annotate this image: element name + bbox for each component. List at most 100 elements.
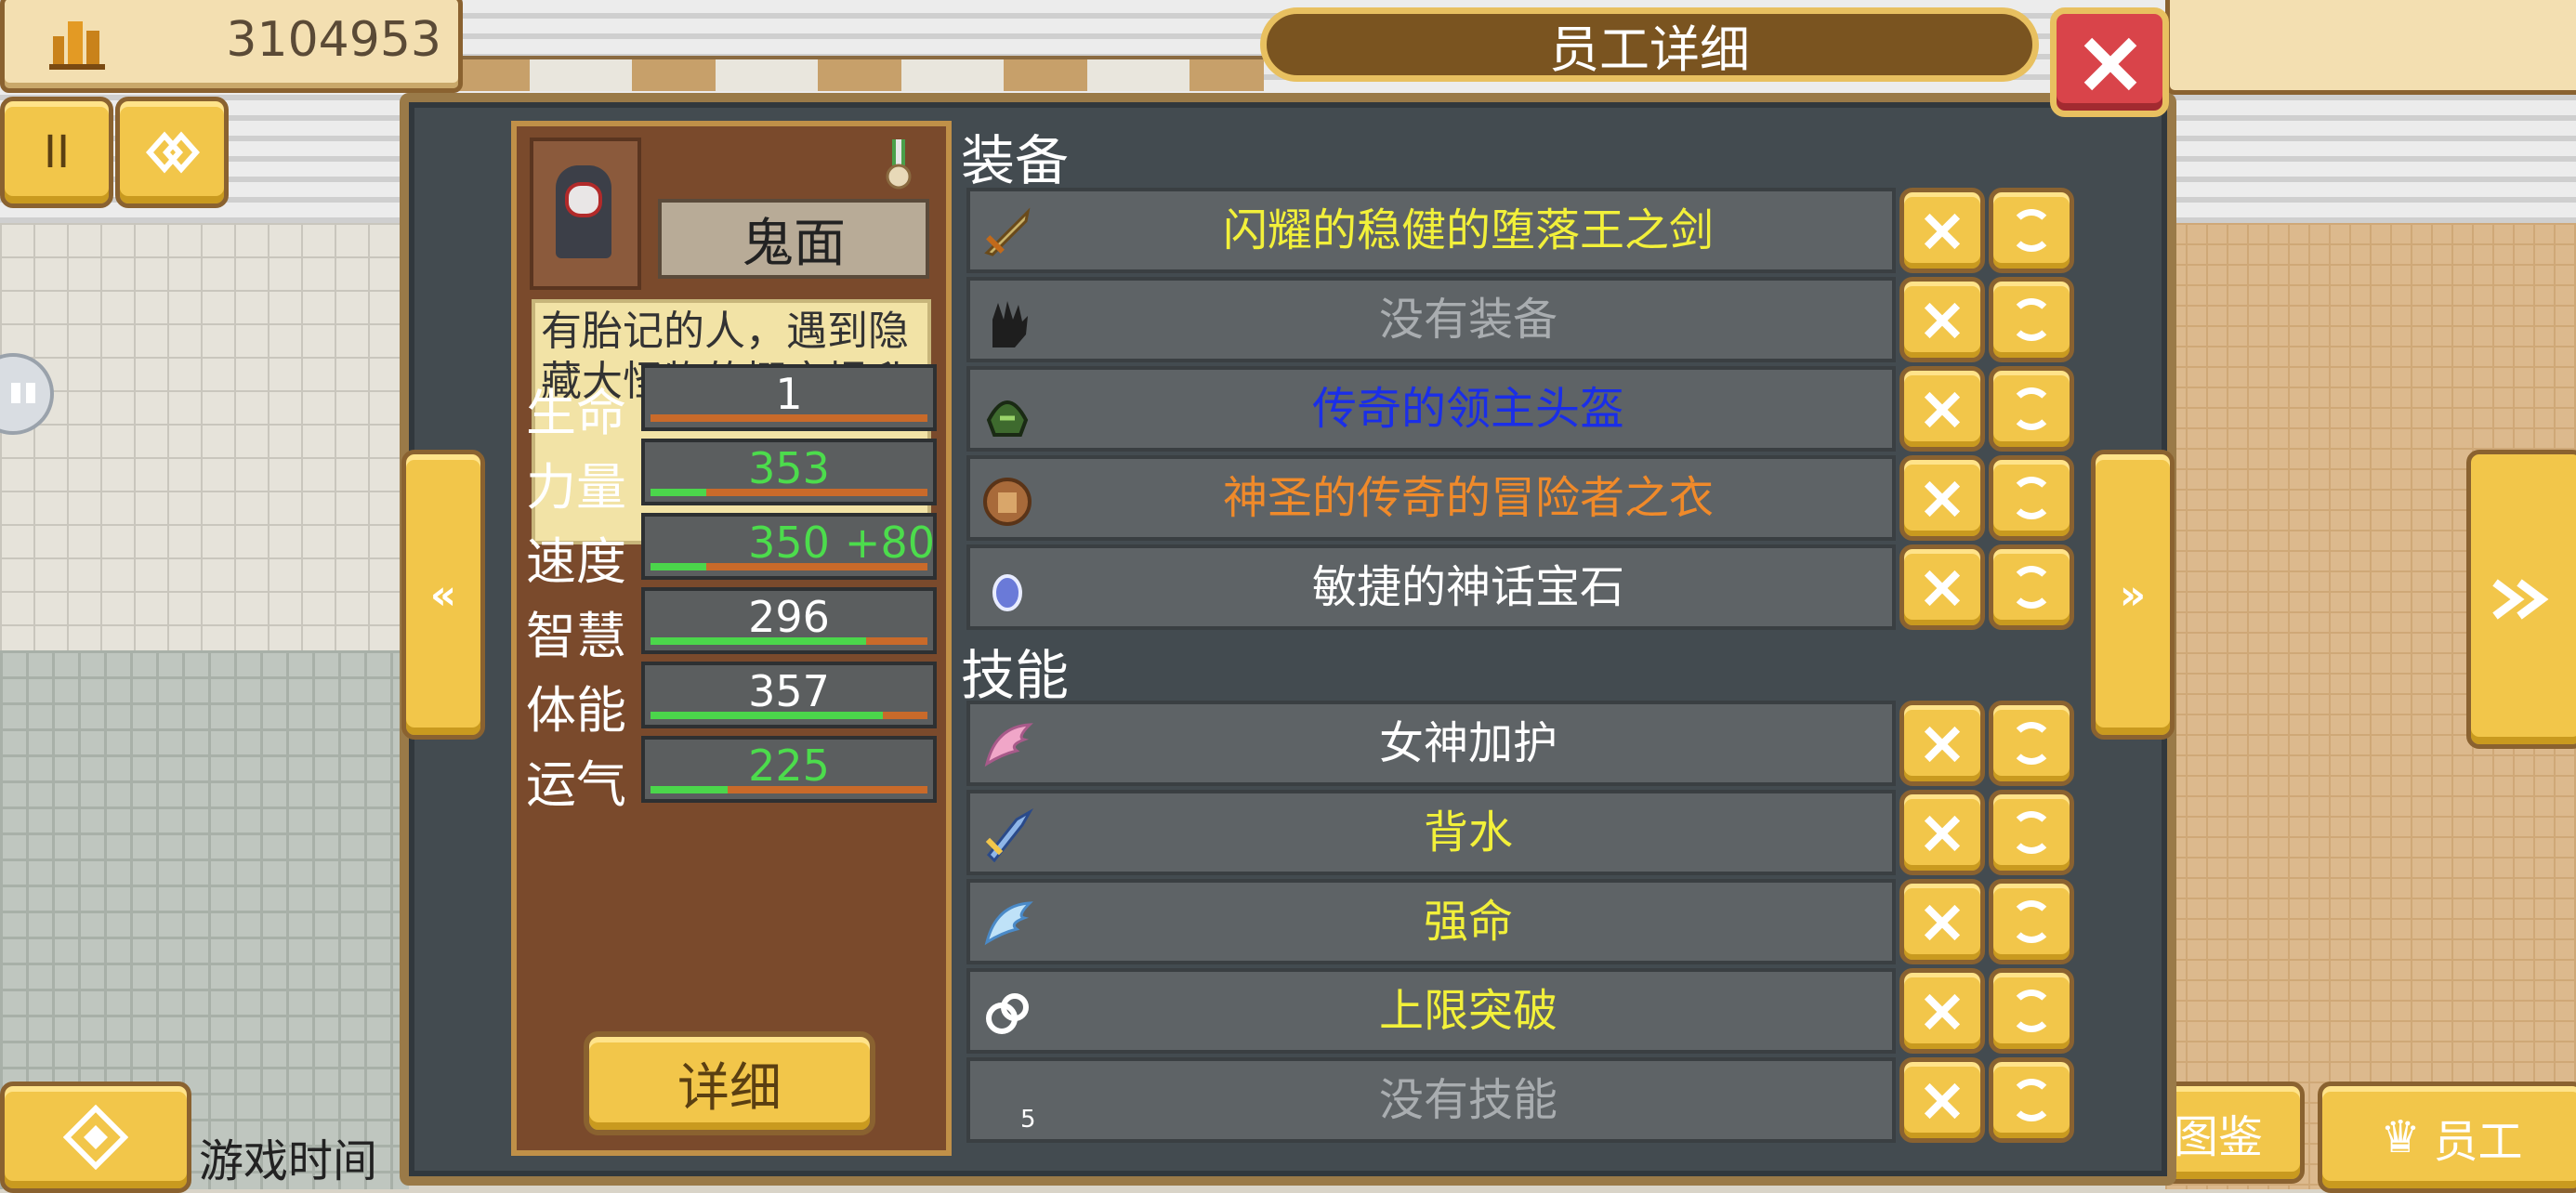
stat-row: 生命 1 bbox=[526, 364, 944, 442]
swap-skill-button[interactable] bbox=[1989, 1057, 2074, 1143]
skill-row[interactable]: 上限突破 bbox=[966, 968, 2074, 1054]
remove-equipment-button[interactable] bbox=[1899, 366, 1985, 452]
stat-row: 运气 225 bbox=[526, 736, 944, 814]
stat-fill bbox=[651, 489, 706, 496]
stat-row: 速度 350 +80 bbox=[526, 513, 944, 591]
skill-name: 上限突破 bbox=[1378, 985, 1557, 1037]
character-panel: 鬼面 有胎记的人，遇到隐藏大怪物的概率提升 生命1力量353速度350+80智慧… bbox=[511, 121, 952, 1156]
swap-equipment-button[interactable] bbox=[1989, 277, 2074, 362]
prev-employee-button[interactable]: « bbox=[401, 450, 485, 740]
equipment-name: 闪耀的稳健的堕落王之剑 bbox=[1222, 204, 1714, 256]
equipment-name: 没有装备 bbox=[1378, 294, 1557, 346]
codex-label: 图鉴 bbox=[2174, 1111, 2264, 1163]
equipment-slot[interactable]: 敏捷的神话宝石 bbox=[966, 544, 1896, 630]
helmet-icon bbox=[986, 400, 1029, 437]
map-button[interactable] bbox=[0, 1082, 191, 1193]
equipment-slot[interactable]: 传奇的领主头盔 bbox=[966, 366, 1896, 452]
equipment-row[interactable]: 神圣的传奇的冒险者之衣 bbox=[966, 455, 2074, 541]
stat-fill bbox=[651, 786, 729, 793]
stat-label: 运气 bbox=[526, 755, 626, 814]
skill-slot[interactable]: 没有技能 5 bbox=[966, 1057, 1896, 1143]
remove-skill-button[interactable] bbox=[1899, 790, 1985, 875]
skill-slot[interactable]: 强命 bbox=[966, 879, 1896, 964]
building-icon bbox=[49, 21, 105, 70]
remove-equipment-button[interactable] bbox=[1899, 277, 1985, 362]
stat-track bbox=[651, 637, 927, 645]
game-time-label: 游戏时间 bbox=[199, 1135, 378, 1187]
detail-button[interactable]: 详细 bbox=[584, 1031, 875, 1135]
gem-icon bbox=[992, 574, 1022, 611]
equipment-slot[interactable]: 神圣的传奇的冒险者之衣 bbox=[966, 455, 1896, 541]
codex-button[interactable]: 图鉴 bbox=[2156, 1082, 2305, 1184]
stat-label: 体能 bbox=[526, 681, 626, 740]
crown-icon: ♛ bbox=[2380, 1111, 2421, 1163]
equipment-title: 装备 bbox=[961, 129, 1070, 192]
pause-icon: II bbox=[43, 126, 71, 178]
character-name[interactable]: 鬼面 bbox=[658, 199, 929, 279]
background-shelf bbox=[446, 56, 1264, 91]
next-employee-button[interactable]: » bbox=[2091, 450, 2175, 740]
skill-row[interactable]: 没有技能 5 bbox=[966, 1057, 2074, 1143]
remove-equipment-button[interactable] bbox=[1899, 188, 1985, 273]
medal-icon bbox=[886, 139, 912, 190]
outer-next-arrow[interactable] bbox=[2466, 450, 2576, 749]
equipment-name: 敏捷的神话宝石 bbox=[1311, 561, 1624, 613]
skill-slot[interactable]: 上限突破 bbox=[966, 968, 1896, 1054]
stat-track bbox=[651, 563, 927, 570]
equipment-name: 神圣的传奇的冒险者之衣 bbox=[1222, 472, 1714, 524]
stat-label: 生命 bbox=[526, 384, 626, 442]
money-value: 3104953 bbox=[226, 12, 441, 68]
swap-equipment-button[interactable] bbox=[1989, 455, 2074, 541]
character-portrait bbox=[530, 138, 641, 290]
swap-equipment-button[interactable] bbox=[1989, 544, 2074, 630]
double-chevron-right-icon: » bbox=[2119, 570, 2147, 619]
equipment-row[interactable]: 闪耀的稳健的堕落王之剑 bbox=[966, 188, 2074, 273]
wing-blue-icon bbox=[984, 901, 1033, 946]
stat-fill bbox=[651, 712, 884, 719]
speed-button[interactable] bbox=[115, 97, 229, 208]
blade-icon bbox=[985, 807, 1034, 862]
remove-equipment-button[interactable] bbox=[1899, 455, 1985, 541]
skill-row[interactable]: 女神加护 bbox=[966, 701, 2074, 786]
glove-icon bbox=[992, 301, 1028, 347]
skill-row[interactable]: 背水 bbox=[966, 790, 2074, 875]
stat-value: 296 bbox=[748, 592, 830, 642]
swap-skill-button[interactable] bbox=[1989, 701, 2074, 786]
staff-button[interactable]: ♛ 员工 bbox=[2318, 1082, 2576, 1193]
stat-bar: 225 bbox=[641, 736, 937, 803]
stat-bar: 353 bbox=[641, 439, 937, 505]
equipment-slot[interactable]: 闪耀的稳健的堕落王之剑 bbox=[966, 188, 1896, 273]
equipment-slot[interactable]: 没有装备 bbox=[966, 277, 1896, 362]
equipment-row[interactable]: 没有装备 bbox=[966, 277, 2074, 362]
swap-skill-button[interactable] bbox=[1989, 879, 2074, 964]
swap-skill-button[interactable] bbox=[1989, 968, 2074, 1054]
skill-row[interactable]: 强命 bbox=[966, 879, 2074, 964]
close-button[interactable] bbox=[2050, 7, 2169, 117]
remove-equipment-button[interactable] bbox=[1899, 544, 1985, 630]
swap-equipment-button[interactable] bbox=[1989, 188, 2074, 273]
swap-equipment-button[interactable] bbox=[1989, 366, 2074, 452]
swap-skill-button[interactable] bbox=[1989, 790, 2074, 875]
skill-slot[interactable]: 背水 bbox=[966, 790, 1896, 875]
dpad-icon bbox=[63, 1105, 128, 1170]
stat-label: 力量 bbox=[526, 458, 626, 517]
stat-bar: 357 bbox=[641, 662, 937, 728]
slot-number: 5 bbox=[1020, 1106, 1036, 1134]
stat-row: 力量 353 bbox=[526, 439, 944, 517]
stat-fill bbox=[651, 637, 867, 645]
stat-label: 智慧 bbox=[526, 607, 626, 665]
stat-track bbox=[651, 786, 927, 793]
stat-track bbox=[651, 489, 927, 496]
dialog-title: 员工详细 bbox=[1260, 7, 2039, 82]
stat-track bbox=[651, 712, 927, 719]
equipment-row[interactable]: 敏捷的神话宝石 bbox=[966, 544, 2074, 630]
remove-skill-button[interactable] bbox=[1899, 879, 1985, 964]
stat-bonus: +80 bbox=[844, 518, 935, 568]
equipment-row[interactable]: 传奇的领主头盔 bbox=[966, 366, 2074, 452]
remove-skill-button[interactable] bbox=[1899, 701, 1985, 786]
pause-button[interactable]: II bbox=[0, 97, 113, 208]
stat-bar: 1 bbox=[641, 364, 937, 431]
skill-slot[interactable]: 女神加护 bbox=[966, 701, 1896, 786]
remove-skill-button[interactable] bbox=[1899, 1057, 1985, 1143]
remove-skill-button[interactable] bbox=[1899, 968, 1985, 1054]
